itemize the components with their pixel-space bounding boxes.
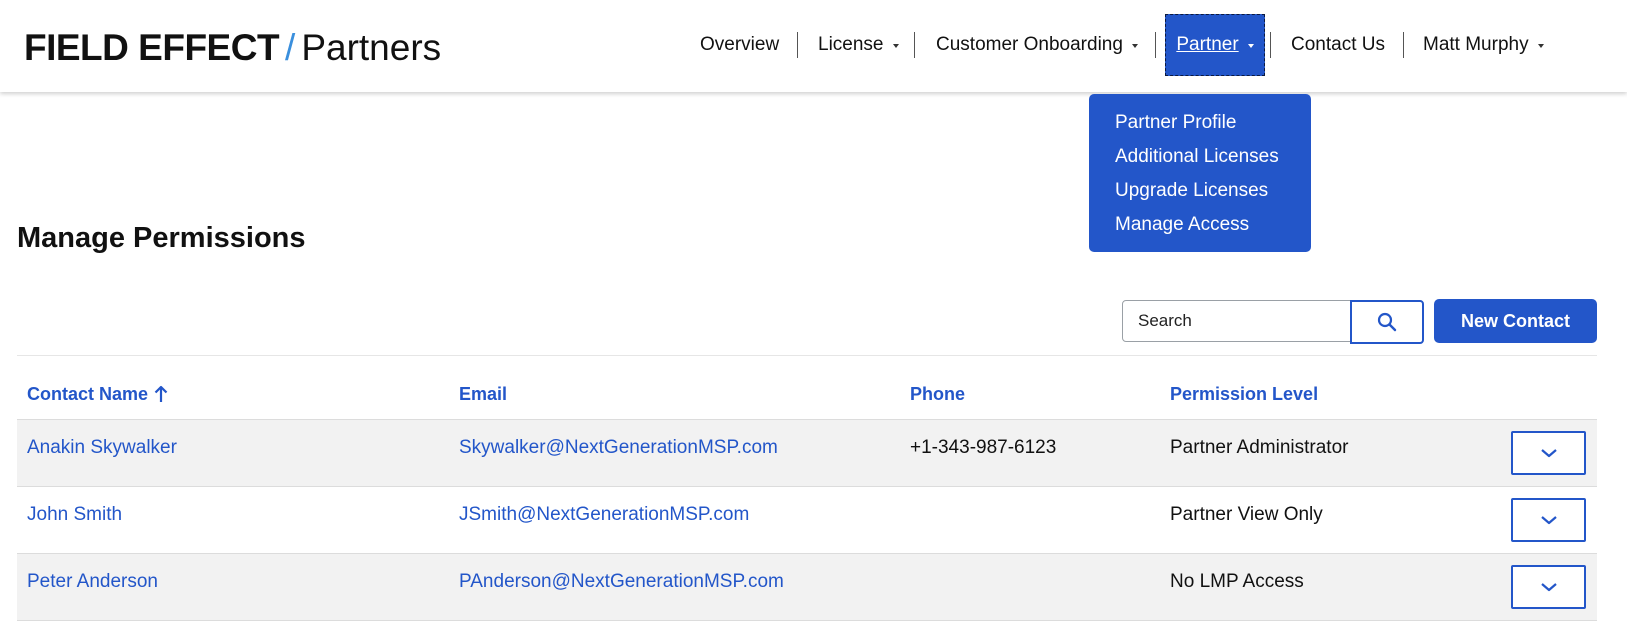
contact-email-link[interactable]: JSmith@NextGenerationMSP.com bbox=[459, 504, 749, 526]
table-row: Peter Anderson PAnderson@NextGenerationM… bbox=[17, 554, 1597, 621]
row-expand-button[interactable] bbox=[1511, 565, 1586, 609]
caret-down-icon bbox=[892, 44, 899, 48]
menu-item-partner-profile[interactable]: Partner Profile bbox=[1115, 106, 1311, 140]
search-button[interactable] bbox=[1350, 300, 1424, 344]
menu-item-upgrade-licenses[interactable]: Upgrade Licenses bbox=[1115, 174, 1311, 208]
caret-down-icon bbox=[1247, 44, 1254, 48]
menu-item-additional-licenses[interactable]: Additional Licenses bbox=[1115, 140, 1311, 174]
contact-phone: +1-343-987-6123 bbox=[910, 437, 1057, 458]
nav-divider bbox=[1403, 32, 1404, 58]
column-header-permission-level[interactable]: Permission Level bbox=[1170, 384, 1318, 405]
column-header-contact-name[interactable]: Contact Name bbox=[27, 384, 168, 405]
contact-name-link[interactable]: Anakin Skywalker bbox=[27, 437, 177, 459]
row-expand-button[interactable] bbox=[1511, 431, 1586, 475]
nav-customer-onboarding[interactable]: Customer Onboarding bbox=[936, 14, 1138, 76]
chevron-down-icon bbox=[1540, 516, 1557, 525]
permission-level: No LMP Access bbox=[1170, 571, 1304, 592]
column-header-phone[interactable]: Phone bbox=[910, 384, 965, 405]
nav-license[interactable]: License bbox=[818, 14, 899, 76]
chevron-down-icon bbox=[1540, 583, 1557, 592]
permission-level: Partner View Only bbox=[1170, 504, 1323, 525]
menu-item-manage-access[interactable]: Manage Access bbox=[1115, 208, 1311, 242]
caret-down-icon bbox=[1537, 44, 1544, 48]
nav-divider bbox=[1270, 32, 1271, 58]
table-row: John Smith JSmith@NextGenerationMSP.com … bbox=[17, 487, 1597, 554]
top-navigation-bar: FIELD EFFECT / Partners Overview License C… bbox=[0, 0, 1627, 92]
nav-contact-us[interactable]: Contact Us bbox=[1291, 14, 1385, 76]
new-contact-button[interactable]: New Contact bbox=[1434, 299, 1597, 343]
caret-down-icon bbox=[1131, 44, 1138, 48]
column-header-email[interactable]: Email bbox=[459, 384, 507, 405]
chevron-down-icon bbox=[1540, 449, 1557, 458]
permission-level: Partner Administrator bbox=[1170, 437, 1349, 458]
table-header: Contact Name Email Phone Permission Leve… bbox=[17, 372, 1597, 420]
contact-name-link[interactable]: Peter Anderson bbox=[27, 571, 158, 593]
search-input[interactable] bbox=[1122, 300, 1352, 342]
table-row: Anakin Skywalker Skywalker@NextGeneratio… bbox=[17, 420, 1597, 487]
main-nav: Overview License Customer Onboarding Par… bbox=[0, 14, 1627, 76]
nav-divider bbox=[797, 32, 798, 58]
partner-dropdown-menu: Partner Profile Additional Licenses Upgr… bbox=[1089, 94, 1311, 252]
permissions-table: Contact Name Email Phone Permission Leve… bbox=[17, 372, 1597, 621]
contact-name-link[interactable]: John Smith bbox=[27, 504, 122, 526]
nav-divider bbox=[914, 32, 915, 58]
arrow-up-icon bbox=[154, 385, 168, 402]
contact-email-link[interactable]: Skywalker@NextGenerationMSP.com bbox=[459, 437, 778, 459]
page-title: Manage Permissions bbox=[17, 222, 306, 254]
nav-overview[interactable]: Overview bbox=[700, 14, 779, 76]
nav-partner[interactable]: Partner bbox=[1165, 14, 1265, 76]
row-expand-button[interactable] bbox=[1511, 498, 1586, 542]
search-icon bbox=[1377, 312, 1397, 332]
toolbar-divider bbox=[17, 355, 1597, 356]
contact-email-link[interactable]: PAnderson@NextGenerationMSP.com bbox=[459, 571, 784, 593]
nav-divider bbox=[1155, 32, 1156, 58]
nav-user-menu[interactable]: Matt Murphy bbox=[1423, 14, 1544, 76]
